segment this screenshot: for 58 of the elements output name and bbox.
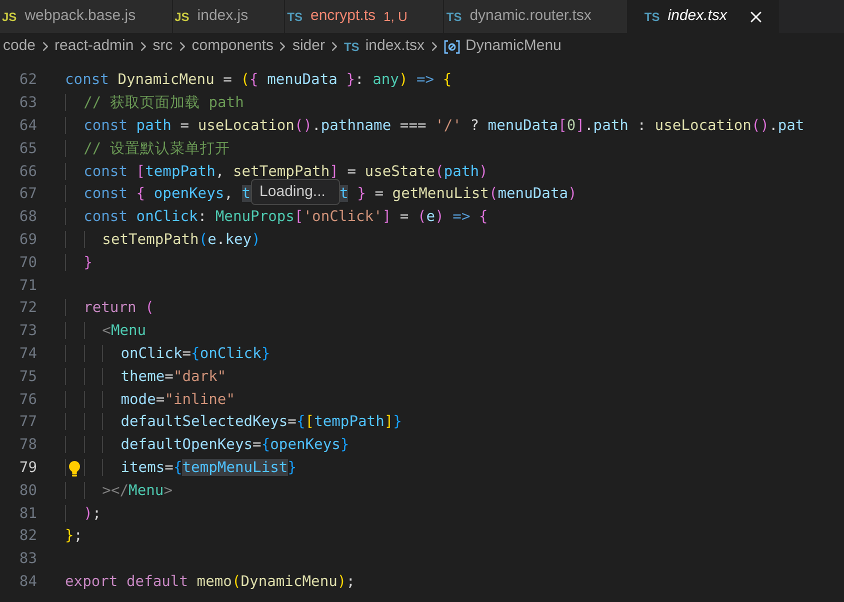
line-number: 66 [18, 162, 37, 182]
code-line: mode="inline" [65, 388, 235, 410]
line-number: 79 [18, 458, 37, 478]
line-number: 72 [18, 298, 37, 318]
line-number: 68 [18, 207, 37, 228]
code-line: defaultOpenKeys={openKeys} [65, 434, 350, 456]
code-line: // 设置默认菜单打开 [65, 138, 230, 160]
code-line: const onClick: MenuProps['onClick'] = (e) => { [65, 206, 488, 228]
code-line: }; [65, 526, 83, 546]
line-number: 77 [18, 412, 37, 432]
lightbulb-icon[interactable] [67, 460, 82, 477]
code-line: return ( [65, 297, 154, 320]
symbol-icon [444, 40, 460, 54]
line-number: 75 [18, 366, 37, 387]
code-line: } [65, 252, 92, 274]
line-number: 84 [18, 572, 37, 592]
code-line: items={tempMenuList} [65, 457, 296, 479]
code-line: defaultSelectedKeys={[tempPath]} [65, 411, 402, 434]
breadcrumb-item[interactable]: components [192, 35, 274, 58]
breadcrumb-item[interactable]: src [152, 35, 173, 58]
breadcrumb-item[interactable]: TS index.tsx [344, 35, 425, 58]
code-line: const { openKeys, t [65, 183, 251, 206]
line-number: 64 [18, 116, 37, 136]
breadcrumb-item[interactable]: react-admin [54, 35, 134, 58]
line-number: 74 [18, 344, 37, 364]
line-number: 62 [18, 70, 37, 90]
code-line: export default memo(DynamicMenu); [65, 572, 355, 592]
line-number: 63 [18, 93, 37, 114]
editor-tab[interactable]: JS webpack.base.js [0, 0, 172, 33]
editor-tab[interactable]: TS encrypt.ts 1, U [285, 0, 444, 33]
loading-tooltip: Loading... [250, 179, 340, 206]
breadcrumb-item[interactable]: code [3, 35, 36, 58]
code-line: t } = getMenuList(menuData) [340, 184, 577, 204]
code-line: onClick={onClick} [65, 343, 270, 365]
line-number: 81 [18, 504, 37, 524]
code-line: <Menu [65, 320, 146, 342]
code-line: setTempPath(e.key) [65, 229, 260, 251]
code-line: ></Menu> [65, 480, 172, 502]
editor-tab[interactable]: TS dynamic.router.tsx [444, 0, 628, 33]
line-number: 82 [18, 526, 37, 546]
line-number: 69 [18, 230, 37, 250]
line-number: 65 [18, 138, 37, 159]
line-number: 78 [18, 435, 37, 456]
breadcrumb-item[interactable]: DynamicMenu [444, 35, 562, 58]
code-line: const DynamicMenu = ({ menuData }: any) => { [65, 70, 452, 90]
editor-tab[interactable]: JS index.js [172, 0, 284, 33]
line-number: 70 [18, 252, 37, 273]
line-number: 80 [18, 480, 37, 501]
code-line: ); [65, 502, 102, 524]
line-number: 73 [18, 321, 37, 342]
breadcrumb-item[interactable]: sider [292, 35, 325, 58]
line-number: 71 [18, 276, 37, 296]
line-number: 76 [18, 390, 37, 410]
code-line: // 获取页面加载 path [65, 92, 244, 114]
code-line: theme="dark" [65, 366, 226, 388]
line-number: 67 [18, 184, 37, 204]
code-line: const path = useLocation().pathname === '/' ? menuData[0].path : useLocation().pat [65, 115, 804, 137]
line-number: 83 [18, 549, 37, 570]
